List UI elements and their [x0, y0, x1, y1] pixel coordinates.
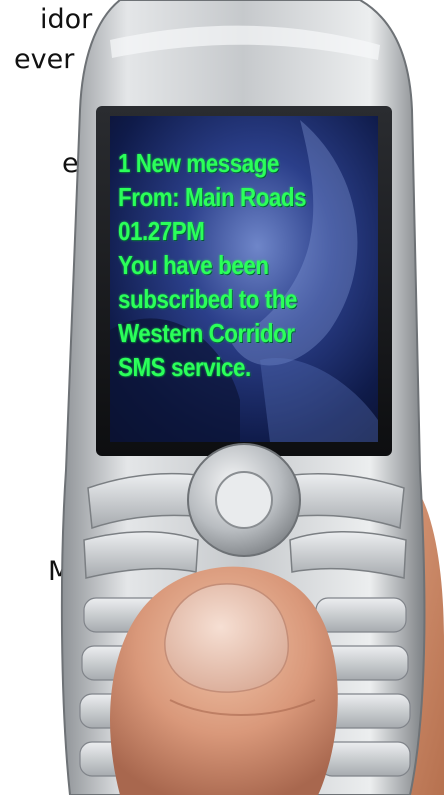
sms-body-line: Western Corridor [118, 318, 295, 348]
sms-body-line: You have been [118, 250, 269, 280]
nav-center-button [215, 471, 273, 529]
sms-notification: 1 New message From: Main Roads 01.27PM Y… [118, 146, 376, 426]
sms-body-line: SMS service. [118, 352, 251, 382]
sms-body-line: subscribed to the [118, 284, 298, 314]
sms-sender: From: Main Roads [118, 182, 307, 212]
sms-time: 01.27PM [118, 216, 205, 246]
sms-header: 1 New message [118, 148, 279, 178]
thumbnail [164, 583, 289, 693]
